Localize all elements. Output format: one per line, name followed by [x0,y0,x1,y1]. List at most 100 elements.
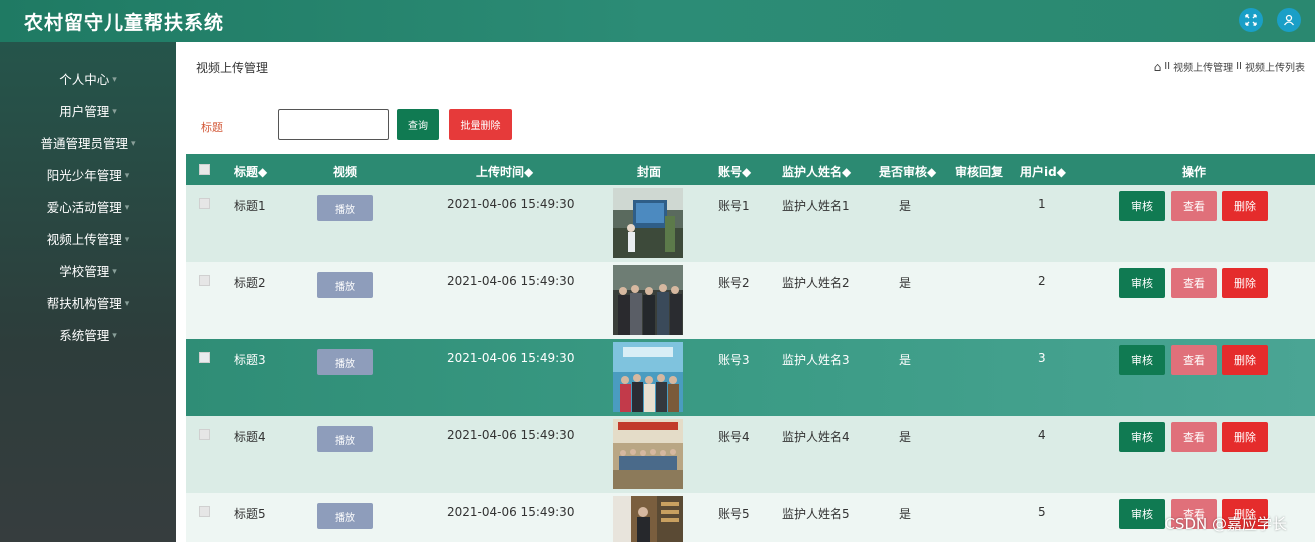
audit-button[interactable]: 审核 [1119,422,1165,452]
sidebar-item-video-upload[interactable]: 视频上传管理 ▾ [0,222,176,254]
app-title: 农村留守儿童帮扶系统 [24,11,225,34]
sidebar-item-label: 阳光少年管理 [46,167,122,183]
row-checkbox[interactable] [199,429,210,440]
sidebar-item-label: 用户管理 [59,103,110,119]
cell-userid: 4 [1038,428,1046,442]
sidebar: 个人中心 ▾ 用户管理 ▾ 普通管理员管理 ▾ 阳光少年管理 ▾ 爱心活动管理 ▾ 视频上… [0,42,176,542]
sidebar-item-label: 爱心活动管理 [46,199,122,215]
sidebar-item-charity-activity[interactable]: 爱心活动管理 ▾ [0,190,176,222]
cell-account: 账号2 [718,276,750,290]
audit-button[interactable]: 审核 [1119,345,1165,375]
sidebar-item-label: 普通管理员管理 [40,135,128,151]
chevron-down-icon: ▾ [130,139,136,149]
column-header-cover: 封面 [637,165,662,179]
chevron-down-icon: ▾ [112,267,117,277]
sidebar-item-system[interactable]: 系统管理 ▾ [0,318,176,350]
row-checkbox[interactable] [199,352,210,363]
cell-upload-time: 2021-04-06 15:49:30 [447,197,575,211]
play-button[interactable]: 播放 [317,426,373,452]
cover-image[interactable] [613,496,683,542]
breadcrumb-item[interactable]: 视频上传列表 [1245,59,1305,74]
delete-button[interactable]: 删除 [1222,422,1268,452]
view-button[interactable]: 查看 [1171,191,1217,221]
cell-title: 标题5 [234,507,266,521]
play-button[interactable]: 播放 [317,195,373,221]
chevron-down-icon: ▾ [112,107,117,117]
header-icons [1239,8,1301,32]
table-row[interactable]: 标题3 播放 2021-04-06 15:49:30 账号3 监护人姓名3 是 … [186,339,1315,416]
view-button[interactable]: 查看 [1171,268,1217,298]
cell-upload-time: 2021-04-06 15:49:30 [447,505,575,519]
table-row[interactable]: 标题1 播放 2021-04-06 15:49:30 账号1 监护人姓名1 是 [186,185,1315,262]
sidebar-item-school[interactable]: 学校管理 ▾ [0,254,176,286]
batch-delete-button[interactable]: 批量删除 [449,109,512,140]
play-button[interactable]: 播放 [317,272,373,298]
column-header-title[interactable]: 标题◆ [234,163,267,180]
cell-userid: 1 [1038,197,1046,211]
cell-account: 账号1 [718,199,750,213]
cell-upload-time: 2021-04-06 15:49:30 [447,428,575,442]
query-button[interactable]: 查询 [397,109,439,140]
cell-title: 标题2 [234,276,266,290]
table-row[interactable]: 标题5 播放 2021-04-06 15:49:30 账号5 监护人姓名5 是 [186,493,1315,542]
title-search-input[interactable] [278,109,389,140]
chevron-down-icon: ▾ [124,203,130,213]
cover-image[interactable] [613,419,683,489]
select-all-checkbox[interactable] [199,164,210,175]
cell-audited: 是 [899,353,912,367]
audit-button[interactable]: 审核 [1119,268,1165,298]
home-icon[interactable]: ⌂ [1154,60,1162,74]
search-label: 标题 [201,121,223,134]
cell-account: 账号4 [718,430,750,444]
breadcrumb-separator: II [1236,61,1242,72]
cell-guardian: 监护人姓名5 [782,507,850,521]
audit-button[interactable]: 审核 [1119,191,1165,221]
cover-image[interactable] [613,188,683,258]
video-table: 标题◆ 视频 上传时间◆ 封面 账号◆ 监护人姓名◆ 是否审核◆ 审核回复 用户… [186,154,1315,542]
view-button[interactable]: 查看 [1171,422,1217,452]
cover-image[interactable] [613,265,683,335]
column-header-actions: 操作 [1182,165,1207,179]
delete-button[interactable]: 删除 [1222,191,1268,221]
chevron-down-icon: ▾ [112,75,117,85]
column-header-reply: 审核回复 [955,165,1004,179]
column-header-video: 视频 [333,165,358,179]
sidebar-item-sunshine-youth[interactable]: 阳光少年管理 ▾ [0,158,176,190]
cover-image[interactable] [613,342,683,412]
table-row[interactable]: 标题2 播放 2021-04-06 15:49:30 账号2 监护人姓名2 是 … [186,262,1315,339]
cell-userid: 5 [1038,505,1046,519]
row-checkbox[interactable] [199,198,210,209]
delete-button[interactable]: 删除 [1222,268,1268,298]
cell-upload-time: 2021-04-06 15:49:30 [447,351,575,365]
cell-audited: 是 [899,507,912,521]
column-header-audited[interactable]: 是否审核◆ [879,163,936,180]
sidebar-item-admin-management[interactable]: 普通管理员管理 ▾ [0,126,176,158]
sidebar-item-aid-org[interactable]: 帮扶机构管理 ▾ [0,286,176,318]
cell-title: 标题4 [234,430,266,444]
sidebar-item-user-management[interactable]: 用户管理 ▾ [0,94,176,126]
column-header-userid[interactable]: 用户id◆ [1020,163,1066,180]
sidebar-item-label: 系统管理 [59,327,110,343]
cell-userid: 2 [1038,274,1046,288]
fullscreen-icon[interactable] [1239,8,1263,32]
row-checkbox[interactable] [199,506,210,517]
column-header-upload-time[interactable]: 上传时间◆ [476,163,533,180]
table-row[interactable]: 标题4 播放 2021-04-06 15:49:30 账号4 监护人姓名4 是 … [186,416,1315,493]
cell-guardian: 监护人姓名2 [782,276,850,290]
top-header: 农村留守儿童帮扶系统 [0,0,1315,42]
table-header: 标题◆ 视频 上传时间◆ 封面 账号◆ 监护人姓名◆ 是否审核◆ 审核回复 用户… [186,154,1315,185]
column-header-account[interactable]: 账号◆ [718,163,751,180]
user-icon[interactable] [1277,8,1301,32]
column-header-guardian[interactable]: 监护人姓名◆ [782,163,851,180]
play-button[interactable]: 播放 [317,349,373,375]
row-checkbox[interactable] [199,275,210,286]
delete-button[interactable]: 删除 [1222,345,1268,375]
sidebar-item-personal-center[interactable]: 个人中心 ▾ [0,62,176,94]
breadcrumb-item[interactable]: 视频上传管理 [1173,59,1233,74]
view-button[interactable]: 查看 [1171,345,1217,375]
play-button[interactable]: 播放 [317,503,373,529]
chevron-down-icon: ▾ [124,235,130,245]
page-title: 视频上传管理 [196,61,269,75]
cell-guardian: 监护人姓名4 [782,430,850,444]
audit-button[interactable]: 审核 [1119,499,1165,529]
